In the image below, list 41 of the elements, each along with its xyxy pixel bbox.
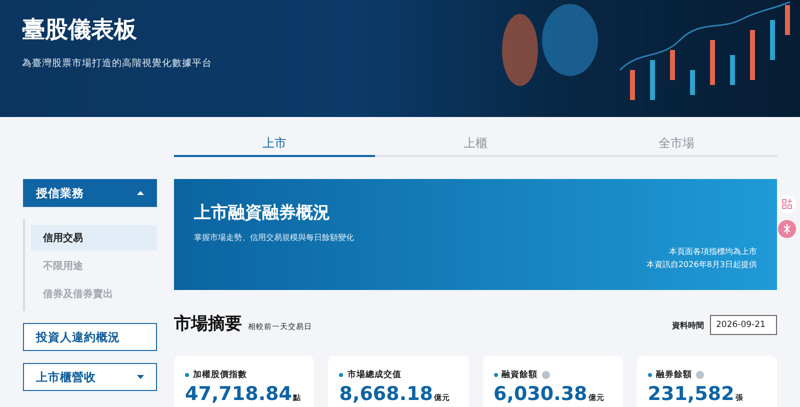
candlestick [730, 55, 735, 85]
candlestick [785, 5, 790, 35]
metric-label: 融資餘額 [502, 369, 538, 381]
banner-title: 上市融資融券概況 [194, 202, 330, 224]
info-icon[interactable] [542, 371, 550, 379]
banner-note: 本頁面各項指標均為上市 [669, 246, 757, 257]
page-subtitle: 為臺灣股票市場打造的高階視覺化數據平台 [22, 57, 212, 70]
candlestick [710, 40, 715, 85]
pie-shape [502, 14, 538, 86]
candlestick [630, 70, 635, 100]
banner-subtitle: 掌握市場走勢、信用交易規模與每日餘額變化 [194, 232, 354, 243]
metric-label: 市場總成交值 [347, 369, 402, 381]
candlestick [690, 70, 695, 95]
info-icon[interactable] [696, 371, 704, 379]
pie-shape [542, 4, 598, 76]
page-title: 臺股儀表板 [22, 16, 137, 45]
apps-icon[interactable] [778, 195, 796, 213]
section-title: 市場摘要 [174, 313, 242, 335]
date-field[interactable]: 2026-09-21 [710, 315, 777, 335]
market-tab[interactable]: 上市 [174, 117, 375, 157]
metric-value: 231,582 [648, 383, 734, 405]
floating-action-icon[interactable] [778, 220, 796, 238]
candlestick [650, 60, 655, 100]
metric-label: 加權股價指數 [193, 369, 247, 381]
banner-note: 本資訊自2026年8月3日起提供 [646, 259, 757, 270]
date-label: 資料時間 [672, 320, 704, 330]
candlestick [670, 50, 675, 80]
bullet-icon [494, 373, 498, 377]
candlestick [770, 20, 775, 60]
sidebar-group-button[interactable]: 投資人違約概況 [23, 323, 157, 351]
metric-value: 6,030.38 [494, 383, 588, 405]
metric-value: 8,668.18 [339, 383, 434, 405]
sidebar-item[interactable]: 信用交易 [31, 225, 157, 251]
bullet-icon [185, 373, 189, 377]
metric-label: 融券餘額 [656, 369, 692, 381]
sidebar-group-button[interactable]: 授信業務 [23, 179, 157, 207]
bullet-icon [339, 373, 344, 377]
sidebar-group-button[interactable]: 上市櫃營收 [23, 363, 157, 391]
candlestick [750, 30, 755, 80]
bullet-icon [648, 373, 652, 377]
metric-value: 47,718.84 [185, 383, 292, 405]
